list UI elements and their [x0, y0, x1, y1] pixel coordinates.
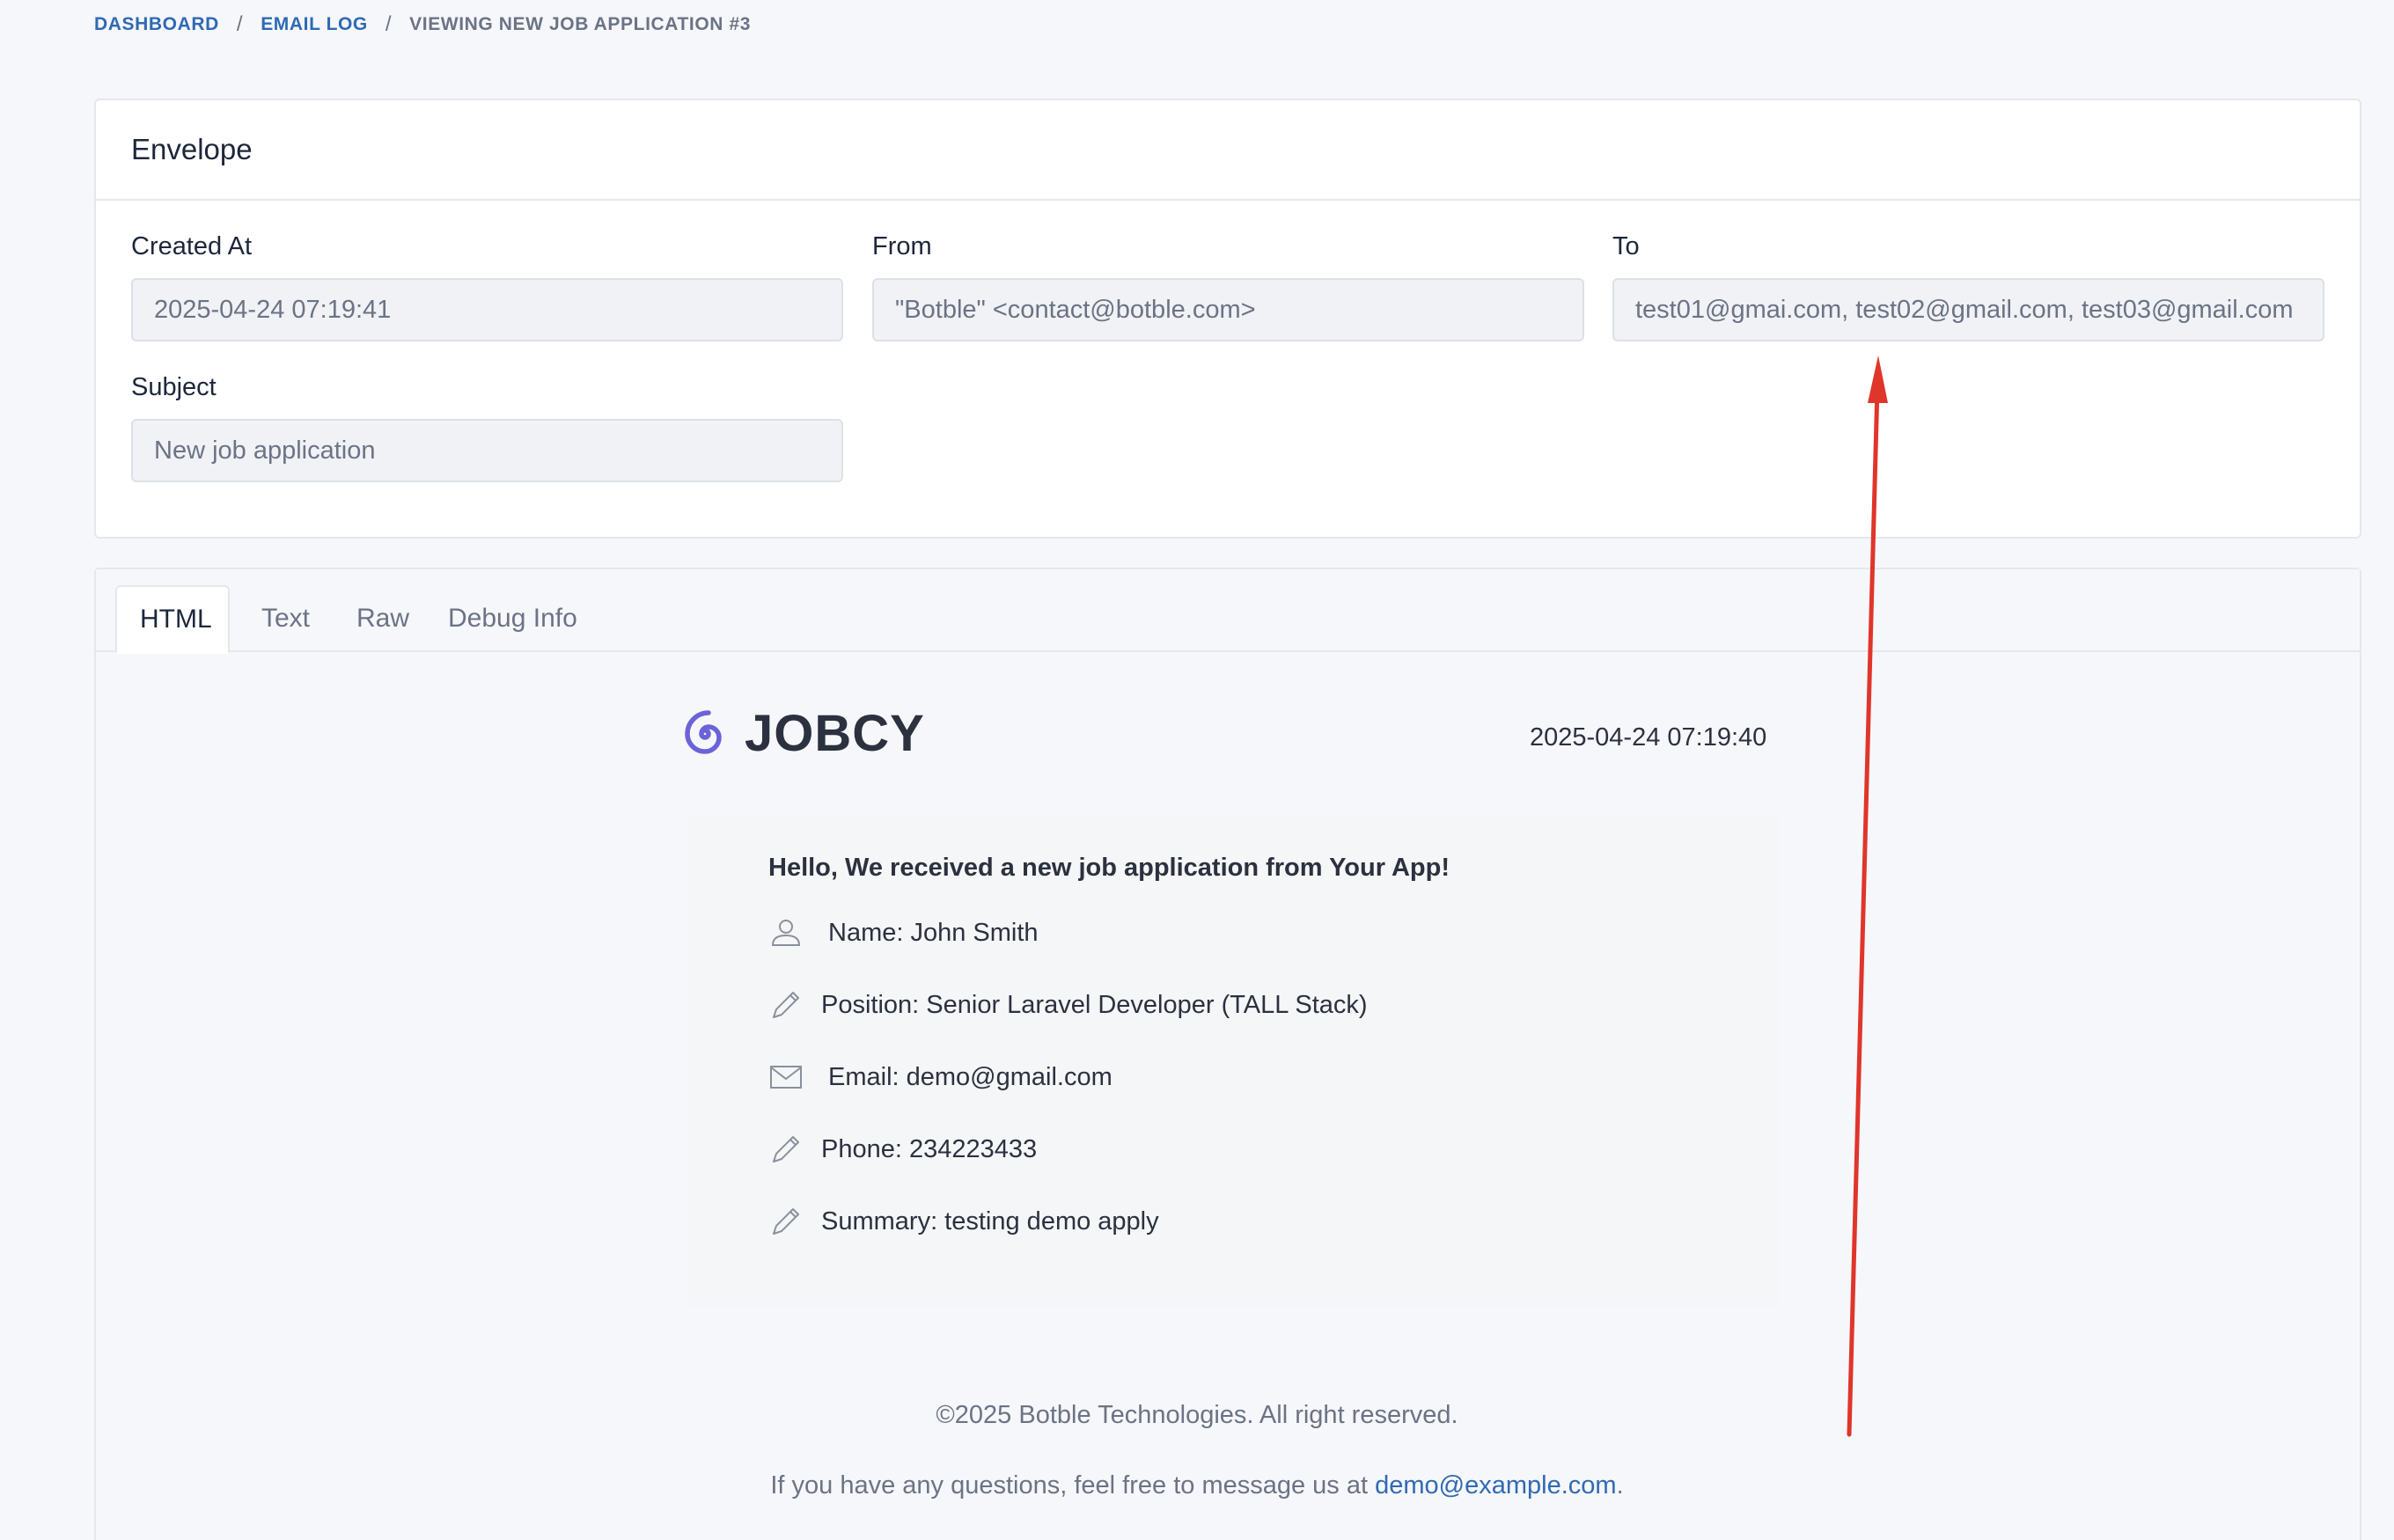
contact-suffix: .	[1616, 1471, 1624, 1500]
contact-email-link[interactable]: demo@example.com	[1375, 1471, 1616, 1500]
to-field[interactable]: test01@gmai.com, test02@gmail.com, test0…	[1612, 278, 2324, 341]
created-at-label: Created At	[131, 232, 253, 260]
subject-field[interactable]: New job application	[131, 419, 843, 482]
email-contact-line: If you have any questions, feel free to …	[0, 1471, 2394, 1500]
from-label: From	[872, 232, 932, 260]
envelope-icon	[770, 1066, 802, 1089]
tab-text[interactable]: Text	[239, 585, 333, 652]
envelope-title: Envelope	[131, 133, 253, 165]
breadcrumb-separator: /	[385, 12, 393, 36]
info-row-phone: Phone: 234223433	[768, 1132, 1037, 1167]
subject-label: Subject	[131, 373, 217, 401]
created-at-field[interactable]: 2025-04-24 07:19:41	[131, 278, 843, 341]
info-row-summary: Summary: testing demo apply	[768, 1204, 1159, 1239]
envelope-card-header: Envelope	[96, 100, 2360, 201]
from-field[interactable]: "Botble" <contact@botble.com>	[872, 278, 1584, 341]
info-row-text: Summary: testing demo apply	[821, 1206, 1159, 1236]
info-row-text: Position: Senior Laravel Developer (TALL…	[821, 990, 1368, 1019]
email-date: 2025-04-24 07:19:40	[1530, 723, 1767, 752]
content-tabs: HTML Text Raw Debug Info	[96, 569, 2360, 654]
info-row-text: Phone: 234223433	[821, 1134, 1038, 1163]
tab-html[interactable]: HTML	[115, 585, 230, 654]
email-greeting: Hello, We received a new job application…	[768, 854, 1450, 882]
jobcy-logo: JOBCY	[678, 704, 925, 763]
to-label: To	[1612, 232, 1640, 260]
spiral-logo-icon	[685, 709, 722, 754]
breadcrumb-current: VIEWING NEW JOB APPLICATION #3	[409, 14, 752, 34]
breadcrumb-dashboard-link[interactable]: DASHBOARD	[94, 14, 219, 35]
pencil-icon	[773, 1136, 799, 1162]
email-log-page: DASHBOARD / EMAIL LOG / VIEWING NEW JOB …	[0, 0, 2394, 1540]
tab-debug-info[interactable]: Debug Info	[425, 585, 600, 652]
info-row-text: Email: demo@gmail.com	[828, 1062, 1113, 1091]
breadcrumb-email-log-link[interactable]: EMAIL LOG	[261, 14, 368, 35]
user-icon	[771, 920, 801, 946]
email-copyright: ©2025 Botble Technologies. All right res…	[936, 1401, 1458, 1429]
pencil-icon	[773, 1208, 799, 1235]
contact-prefix: If you have any questions, feel free to …	[770, 1471, 1369, 1500]
pencil-icon	[773, 992, 799, 1018]
info-row-email: Email: demo@gmail.com	[768, 1060, 1113, 1095]
tab-raw[interactable]: Raw	[334, 585, 432, 652]
info-row-name: Name: John Smith	[768, 915, 1039, 950]
logo-text: JOBCY	[745, 705, 925, 762]
info-row-position: Position: Senior Laravel Developer (TALL…	[768, 987, 1368, 1023]
breadcrumb-separator: /	[236, 12, 244, 36]
info-row-text: Name: John Smith	[828, 918, 1039, 947]
breadcrumb: DASHBOARD / EMAIL LOG / VIEWING NEW JOB …	[94, 12, 751, 37]
